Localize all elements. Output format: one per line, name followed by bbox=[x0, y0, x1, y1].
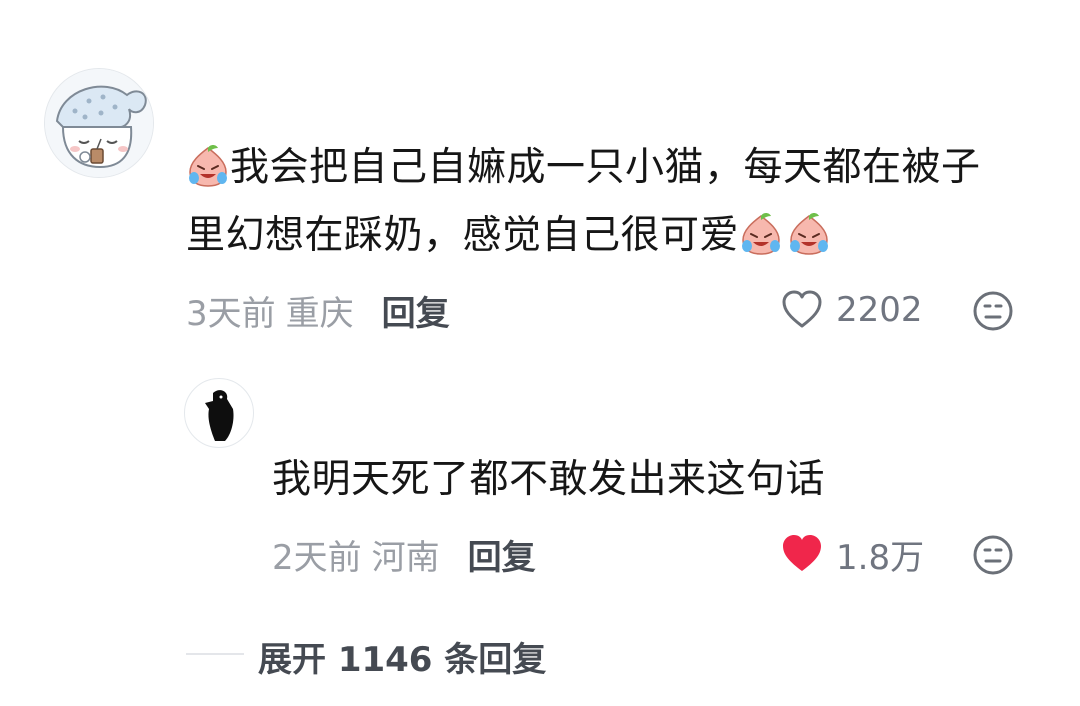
heart-outline-icon bbox=[780, 290, 824, 330]
comment-time: 3天前 bbox=[186, 293, 276, 334]
comment-line-1: 我会把自己自嫲成一只小猫，每天都在被子 bbox=[230, 145, 981, 190]
reply-text: 我明天死了都不敢发出来这句话 bbox=[272, 457, 826, 502]
reply-button[interactable]: 回复 bbox=[382, 286, 450, 335]
expand-divider bbox=[186, 653, 244, 655]
comment-meta: 3天前 重庆 回复 bbox=[186, 286, 450, 335]
heart-filled-icon bbox=[780, 534, 824, 574]
reply-time: 2天前 bbox=[272, 537, 362, 578]
like-count: 1.8万 bbox=[836, 537, 925, 578]
crying-laughing-emoji-icon bbox=[787, 212, 831, 256]
crying-laughing-emoji-icon bbox=[739, 212, 783, 256]
replier-avatar[interactable] bbox=[184, 378, 254, 448]
reply-button[interactable]: 回复 bbox=[468, 530, 536, 579]
comment-like-button[interactable]: 2202 bbox=[780, 288, 923, 332]
reply-like-button[interactable]: 1.8万 bbox=[780, 532, 925, 578]
neutral-face-icon[interactable] bbox=[972, 290, 1014, 332]
neutral-face-icon[interactable] bbox=[972, 534, 1014, 576]
comment-text: 我会把自己自嫲成一只小猫，每天都在被子 里幻想在踩奶，感觉自己很可爱 bbox=[186, 134, 1046, 270]
crying-laughing-emoji-icon bbox=[186, 144, 230, 188]
commenter-avatar[interactable] bbox=[44, 68, 154, 178]
expand-replies-button[interactable]: 展开 1146 条回复 bbox=[258, 632, 546, 681]
comment-location: 重庆 bbox=[285, 293, 354, 334]
comment-line-2: 里幻想在踩奶，感觉自己很可爱 bbox=[186, 213, 740, 258]
like-count: 2202 bbox=[836, 290, 923, 330]
reply-meta: 2天前 河南 回复 bbox=[272, 530, 536, 579]
reply-location: 河南 bbox=[371, 537, 440, 578]
